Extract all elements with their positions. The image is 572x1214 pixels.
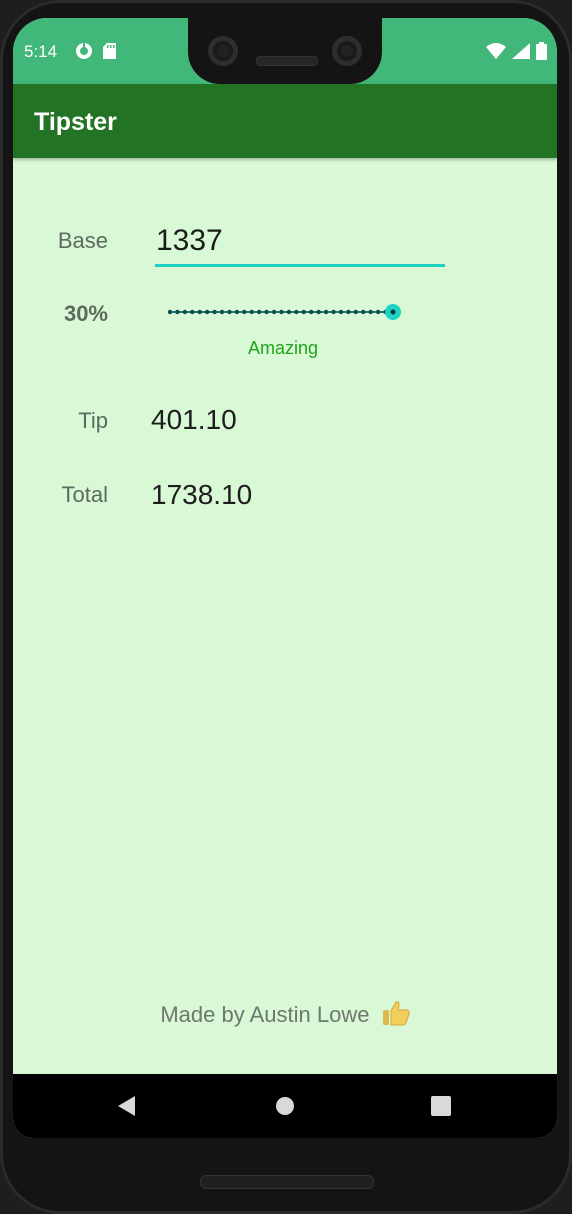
slider-tick	[353, 309, 359, 315]
slider-tick	[323, 309, 329, 315]
slider-tick	[242, 309, 247, 315]
data-saver-icon	[75, 42, 93, 65]
total-amount: 1738.10	[151, 479, 253, 510]
screen: 5:14 Tipster Base 1337 30% Amazing Tip 4…	[13, 18, 557, 1138]
slider-tick	[279, 309, 284, 315]
slider-tick	[197, 309, 202, 315]
app-title: Tipster	[34, 108, 117, 136]
camera-right	[332, 36, 362, 66]
slider-tick	[182, 309, 188, 315]
slider-tick	[190, 309, 195, 315]
earpiece-speaker	[256, 56, 318, 66]
tip-percent-slider[interactable]	[168, 300, 404, 324]
slider-tick	[331, 309, 336, 315]
battery-icon	[536, 42, 547, 65]
sd-card-icon	[103, 43, 116, 64]
slider-tick	[338, 309, 344, 315]
recents-button[interactable]	[411, 1074, 471, 1138]
slider-tick	[286, 309, 292, 315]
tip-percent-label: 30%	[63, 301, 108, 326]
slider-thumb-center	[390, 309, 396, 315]
slider-tick	[361, 309, 366, 315]
tip-amount: 401.10	[151, 404, 237, 435]
slider-tick	[309, 309, 314, 315]
home-button[interactable]	[255, 1074, 315, 1138]
tip-label: Tip	[78, 408, 108, 433]
slider-tick	[168, 309, 173, 315]
slider-tick	[264, 309, 269, 315]
home-icon	[276, 1097, 294, 1115]
slider-tick	[375, 309, 381, 315]
wifi-icon	[486, 43, 506, 64]
bottom-speaker	[200, 1175, 374, 1189]
footer: Made by Austin Lowe	[13, 1000, 557, 1032]
base-amount-input[interactable]	[155, 218, 445, 267]
back-icon	[118, 1096, 135, 1116]
tip-description: Amazing	[247, 338, 319, 358]
cell-signal-icon	[512, 43, 530, 64]
app-bar: Tipster	[13, 84, 557, 158]
slider-tick	[257, 309, 262, 315]
slider-tick	[301, 309, 306, 315]
recents-icon	[431, 1096, 451, 1116]
thumbs-up-icon	[382, 1000, 410, 1032]
slider-tick	[249, 309, 254, 315]
slider-tick	[227, 309, 232, 315]
slider-tick	[219, 309, 225, 315]
base-label: Base	[57, 228, 108, 253]
status-time: 5:14	[24, 42, 58, 61]
slider-tick	[212, 309, 217, 315]
slider-tick	[316, 309, 321, 315]
camera-notch	[188, 18, 382, 84]
slider-tick	[271, 309, 277, 315]
slider-tick	[368, 309, 373, 315]
slider-tick	[234, 309, 240, 315]
footer-text: Made by Austin Lowe	[160, 1001, 370, 1027]
slider-tick	[175, 309, 180, 315]
slider-tick	[346, 309, 351, 315]
camera-left	[208, 36, 238, 66]
slider-tick	[294, 309, 299, 315]
navigation-bar	[13, 1074, 557, 1138]
back-button[interactable]	[97, 1074, 157, 1138]
total-label: Total	[61, 482, 108, 507]
slider-tick	[204, 309, 210, 315]
phone-frame: 5:14 Tipster Base 1337 30% Amazing Tip 4…	[0, 0, 572, 1214]
